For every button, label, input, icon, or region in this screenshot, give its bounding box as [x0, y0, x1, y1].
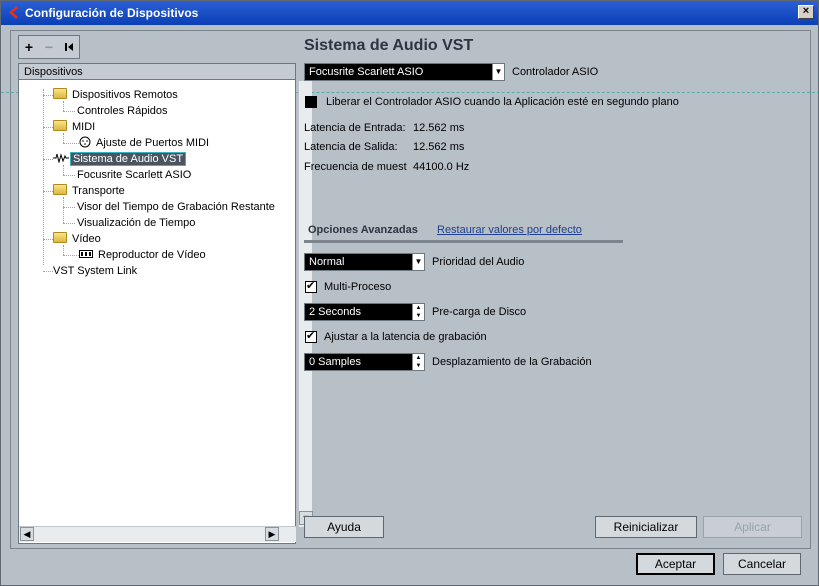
tree-header: Dispositivos — [19, 64, 295, 80]
skip-to-start-icon — [65, 43, 73, 51]
tree-connector — [43, 159, 53, 160]
multiprocess-label: Multi-Proceso — [324, 281, 392, 293]
tree-item-midi[interactable]: MIDI — [53, 120, 97, 135]
scroll-left-icon[interactable]: ◀ — [20, 527, 34, 541]
close-button[interactable]: × — [798, 5, 814, 19]
adjust-latency-checkbox[interactable] — [305, 329, 317, 343]
tree-item-quick-controls[interactable]: Controles Rápidos — [75, 104, 170, 119]
remove-device-button[interactable]: − — [39, 36, 59, 58]
scroll-right-icon[interactable]: ▶ — [265, 527, 279, 541]
disk-preload-label: Pre-carga de Disco — [432, 306, 527, 318]
reset-device-button[interactable] — [59, 36, 79, 58]
tree-connector — [43, 239, 53, 240]
record-offset-label: Desplazamiento de la Grabación — [432, 356, 592, 368]
up-down-arrows-icon[interactable]: ▲ ▼ — [412, 304, 424, 320]
sample-rate-value: 44100.0 Hz — [413, 161, 470, 173]
tree-connector — [63, 143, 79, 144]
audio-waveform-icon — [53, 153, 69, 164]
audio-priority-label: Prioridad del Audio — [432, 256, 525, 268]
tree-item-video[interactable]: Vídeo — [53, 232, 103, 247]
output-latency-label: Latencia de Salida: — [304, 141, 398, 153]
accept-button[interactable]: Aceptar — [636, 553, 715, 575]
reset-button[interactable]: Reinicializar — [595, 516, 697, 538]
advanced-divider — [304, 240, 623, 243]
multiprocess-checkbox[interactable] — [305, 279, 317, 293]
tree-item-time-display[interactable]: Visualización de Tiempo — [75, 216, 197, 231]
tree-connector — [63, 111, 75, 112]
tree-item-focusrite-asio[interactable]: Focusrite Scarlett ASIO — [75, 168, 193, 183]
folder-icon — [53, 88, 67, 99]
tree-connector — [63, 223, 75, 224]
device-setup-window: Configuración de Dispositivos × + − Disp… — [0, 0, 819, 586]
midi-port-icon — [79, 136, 91, 148]
tree-item-record-time-display[interactable]: Visor del Tiempo de Grabación Restante — [75, 200, 277, 215]
advanced-options-title: Opciones Avanzadas — [308, 224, 418, 236]
window-title: Configuración de Dispositivos — [25, 6, 199, 20]
input-latency-label: Latencia de Entrada: — [304, 122, 406, 134]
release-driver-checkbox[interactable] — [305, 96, 317, 108]
output-latency-value: 12.562 ms — [413, 141, 465, 153]
title-bar[interactable]: Configuración de Dispositivos × — [1, 1, 818, 25]
asio-driver-select[interactable]: Focusrite Scarlett ASIO ▼ — [304, 63, 505, 81]
disk-preload-stepper[interactable]: 2 Seconds ▲ ▼ — [304, 303, 425, 321]
tree-connector — [63, 175, 75, 176]
cubase-logo-icon — [9, 6, 18, 19]
tree-connector — [63, 255, 79, 256]
film-strip-icon — [79, 250, 93, 258]
help-button[interactable]: Ayuda — [304, 516, 384, 538]
release-driver-label: Liberar el Controlador ASIO cuando la Ap… — [326, 96, 679, 108]
apply-button[interactable]: Aplicar — [703, 516, 802, 538]
device-toolbar: + − — [18, 35, 80, 59]
device-tree[interactable]: Dispositivos Dispositivos Remotos Contro… — [18, 63, 313, 544]
tree-connector — [63, 197, 64, 223]
folder-icon — [53, 232, 67, 243]
tree-item-vst-system-link[interactable]: VST System Link — [51, 264, 139, 279]
tree-item-midi-ports[interactable]: Ajuste de Puertos MIDI — [79, 136, 211, 151]
chevron-down-icon: ▼ — [492, 64, 504, 80]
sample-rate-label: Frecuencia de muest — [304, 161, 407, 173]
tree-item-remote-devices[interactable]: Dispositivos Remotos — [53, 88, 180, 103]
add-device-button[interactable]: + — [19, 36, 39, 58]
adjust-latency-label: Ajustar a la latencia de grabación — [324, 331, 487, 343]
folder-icon — [53, 120, 67, 131]
record-offset-stepper[interactable]: 0 Samples ▲ ▼ — [304, 353, 425, 371]
tree-connector — [43, 191, 53, 192]
restore-defaults-link[interactable]: Restaurar valores por defecto — [437, 224, 582, 236]
input-latency-value: 12.562 ms — [413, 122, 465, 134]
cancel-button[interactable]: Cancelar — [723, 553, 801, 575]
tree-item-vst-audio-system[interactable]: Sistema de Audio VST — [53, 152, 187, 167]
tree-connector — [63, 207, 75, 208]
chevron-down-icon: ▼ — [412, 254, 424, 270]
tree-connector — [43, 127, 53, 128]
page-title: Sistema de Audio VST — [304, 37, 474, 54]
tree-item-transport[interactable]: Transporte — [53, 184, 127, 199]
up-down-arrows-icon[interactable]: ▲ ▼ — [412, 354, 424, 370]
folder-icon — [53, 184, 67, 195]
tree-item-video-player[interactable]: Reproductor de Vídeo — [79, 248, 208, 263]
tree-horizontal-scrollbar[interactable]: ◀ ▶ — [19, 526, 296, 542]
asio-driver-label: Controlador ASIO — [512, 66, 599, 78]
tree-connector — [43, 95, 53, 96]
audio-priority-select[interactable]: Normal ▼ — [304, 253, 425, 271]
